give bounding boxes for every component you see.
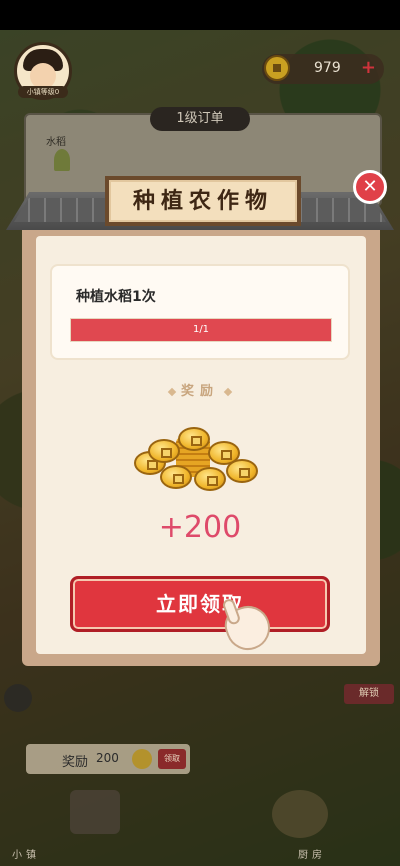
task-card: 种植水稻1次 1/1 bbox=[50, 264, 350, 360]
coin-icon bbox=[194, 467, 226, 491]
task-title: 种植水稻1次 bbox=[76, 289, 156, 305]
coin-balance[interactable]: 979 + bbox=[262, 54, 384, 84]
nav-kitchen-label[interactable]: 厨房 bbox=[298, 846, 326, 861]
close-icon: ✕ bbox=[362, 176, 378, 197]
map-toggle-button[interactable] bbox=[4, 684, 32, 712]
coin-icon bbox=[132, 749, 152, 769]
coin-icon bbox=[160, 465, 192, 489]
coin-pile-icon bbox=[130, 425, 270, 495]
status-bar bbox=[0, 0, 400, 30]
unlock-badge[interactable]: 解锁 bbox=[344, 684, 394, 704]
dialog-title-plaque: 种植农作物 bbox=[105, 176, 301, 226]
coin-icon bbox=[178, 427, 210, 451]
bottom-reward-amount: 200 bbox=[96, 751, 119, 765]
coin-icon bbox=[264, 55, 290, 81]
add-coins-button[interactable]: + bbox=[361, 57, 376, 78]
rice-sprout-icon bbox=[54, 149, 70, 171]
coin-icon bbox=[148, 439, 180, 463]
order-level-tab[interactable]: 1级订单 bbox=[150, 107, 250, 131]
town-house-icon[interactable] bbox=[70, 790, 120, 834]
town-level-badge: 小镇等级0 bbox=[18, 86, 68, 98]
coin-icon bbox=[208, 441, 240, 465]
reward-section-label: 奖励 bbox=[0, 380, 400, 399]
claim-button-label: 立即领取 bbox=[156, 592, 244, 616]
reward-label-text: 奖励 bbox=[180, 384, 219, 399]
diamond-ornament-icon bbox=[223, 387, 233, 396]
bottom-claim-button[interactable]: 领取 bbox=[158, 749, 186, 769]
order-crop-name: 水稻 bbox=[46, 137, 66, 148]
close-button[interactable]: ✕ bbox=[353, 170, 387, 204]
kitchen-pot-icon[interactable] bbox=[272, 790, 328, 838]
nav-town-label[interactable]: 小镇 bbox=[12, 846, 40, 861]
task-progress-bar: 1/1 bbox=[70, 318, 332, 342]
coin-balance-value: 979 bbox=[314, 60, 341, 76]
bottom-reward-label: 奖励 bbox=[62, 755, 89, 770]
claim-reward-button[interactable]: 立即领取 bbox=[70, 576, 330, 632]
task-progress-text: 1/1 bbox=[192, 324, 210, 335]
diamond-ornament-icon bbox=[167, 387, 177, 396]
dialog-title: 种植农作物 bbox=[132, 188, 273, 214]
bottom-reward-bar: 奖励 200 领取 bbox=[26, 744, 190, 774]
reward-amount: +200 bbox=[158, 510, 242, 545]
